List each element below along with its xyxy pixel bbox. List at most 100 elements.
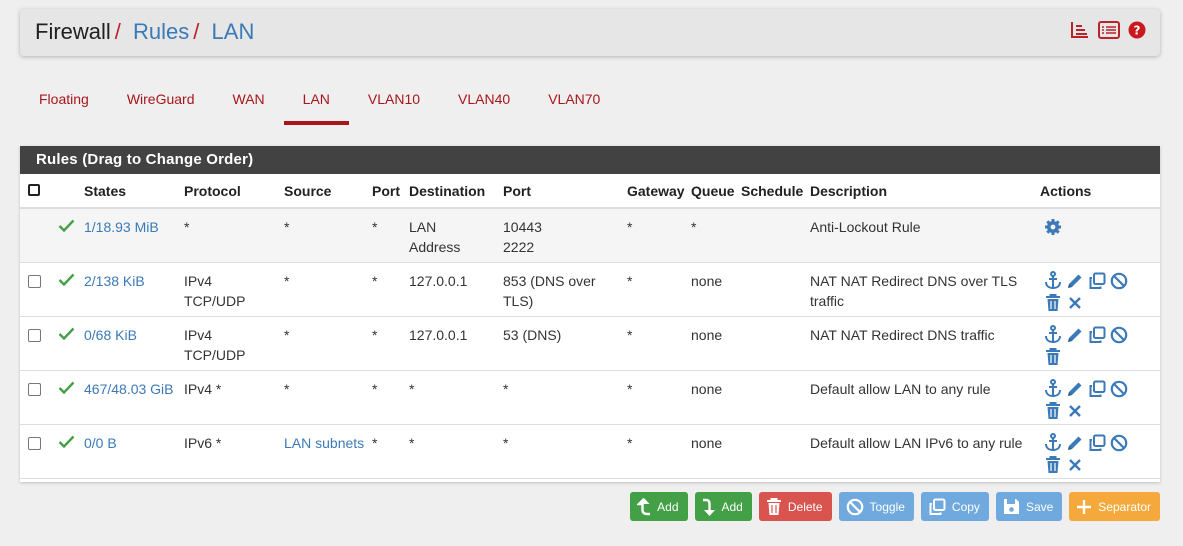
gateway-header[interactable]: Gateway: [625, 174, 689, 209]
protocol-header[interactable]: Protocol: [182, 174, 282, 209]
actions-cell: [1038, 262, 1160, 317]
source-cell: LAN subnets: [282, 424, 370, 479]
trash-icon[interactable]: [1043, 347, 1063, 367]
queue-header[interactable]: Queue: [689, 174, 739, 209]
copy-icon[interactable]: [1087, 271, 1107, 291]
states-link[interactable]: 1/18.93 MiB: [84, 219, 159, 235]
schedule-header[interactable]: Schedule: [739, 174, 808, 209]
check-icon[interactable]: [58, 271, 75, 291]
select-all-checkbox[interactable]: [28, 183, 40, 196]
ban-icon[interactable]: [1109, 271, 1129, 291]
source-cell: *: [282, 316, 370, 371]
gear-icon[interactable]: [1043, 217, 1063, 237]
states-cell: 467/48.03 GiB: [82, 370, 182, 425]
list-icon[interactable]: [1098, 21, 1120, 39]
tab-lan[interactable]: LAN: [283, 82, 350, 125]
states-link[interactable]: 0/68 KiB: [84, 327, 137, 343]
pencil-icon[interactable]: [1065, 379, 1085, 399]
close-icon[interactable]: [1065, 293, 1085, 313]
table-row[interactable]: 1/18.93 MiB * * * LAN Address 10443 2222 *…: [20, 208, 1160, 263]
tab-vlan10[interactable]: VLAN10: [349, 82, 439, 125]
queue-cell: *: [689, 208, 739, 263]
copy-icon[interactable]: [1087, 325, 1107, 345]
source-port-header[interactable]: Port: [370, 174, 407, 209]
source-link[interactable]: LAN subnets: [284, 435, 364, 451]
ban-icon[interactable]: [1109, 433, 1129, 453]
help-icon[interactable]: ?: [1128, 21, 1146, 39]
destination-header[interactable]: Destination: [407, 174, 501, 209]
table-row[interactable]: 0/0 B IPv6 * LAN subnets * * * * none De…: [20, 424, 1160, 479]
source-cell: *: [282, 370, 370, 425]
destination-port-value-line2: TLS): [503, 292, 534, 309]
close-icon[interactable]: [1065, 401, 1085, 421]
separator-label: Separator: [1098, 499, 1151, 514]
header-icons: ?: [1070, 21, 1146, 39]
check-icon[interactable]: [58, 217, 75, 237]
close-icon[interactable]: [1065, 455, 1085, 475]
breadcrumb-rules-link[interactable]: Rules: [133, 19, 189, 44]
queue-value: none: [691, 272, 723, 289]
arrow-down-icon: [702, 498, 716, 516]
table-row[interactable]: 0/68 KiB IPv4 TCP/UDP * * 127.0.0.1 53 (D…: [20, 316, 1160, 371]
row-checkbox[interactable]: [28, 436, 41, 450]
copy-icon[interactable]: [1087, 433, 1107, 453]
save-button[interactable]: Save: [995, 492, 1063, 521]
table-row[interactable]: 2/138 KiB IPv4 TCP/UDP * * 127.0.0.1 853 …: [20, 262, 1160, 317]
states-link[interactable]: 0/0 B: [84, 435, 117, 451]
add-top-button[interactable]: Add: [630, 492, 688, 521]
destination-port-header[interactable]: Port: [501, 174, 625, 209]
anchor-icon[interactable]: [1043, 271, 1063, 291]
description-cell: Default allow LAN IPv6 to any rule: [808, 424, 1038, 479]
trash-icon[interactable]: [1043, 401, 1063, 421]
states-link[interactable]: 467/48.03 GiB: [84, 381, 174, 397]
breadcrumb-lan-link[interactable]: LAN: [212, 19, 255, 44]
anchor-icon[interactable]: [1043, 325, 1063, 345]
trash-icon[interactable]: [1043, 455, 1063, 475]
anchor-icon[interactable]: [1043, 433, 1063, 453]
states-link[interactable]: 2/138 KiB: [84, 273, 145, 289]
source-cell: *: [282, 208, 370, 263]
delete-button[interactable]: Delete: [758, 492, 832, 521]
gateway-value: *: [627, 326, 633, 343]
ban-icon[interactable]: [1109, 325, 1129, 345]
row-checkbox[interactable]: [28, 274, 41, 288]
row-checkbox[interactable]: [28, 328, 41, 342]
destination-value: *: [409, 380, 415, 397]
toggle-button[interactable]: Toggle: [838, 492, 914, 521]
protocol-cell: IPv4 TCP/UDP: [182, 316, 282, 371]
row-checkbox[interactable]: [28, 382, 41, 396]
add-bottom-button[interactable]: Add: [694, 492, 752, 521]
source-value: *: [284, 219, 290, 235]
tab-vlan40[interactable]: VLAN40: [439, 82, 529, 125]
description-value: NAT NAT Redirect DNS over TLS traffic: [810, 272, 1018, 309]
description-header[interactable]: Description: [808, 174, 1038, 209]
copy-button[interactable]: Copy: [920, 492, 989, 521]
protocol-cell: *: [182, 208, 282, 263]
svg-text:?: ?: [1134, 24, 1141, 38]
tab-floating[interactable]: Floating: [20, 82, 108, 125]
trash-icon[interactable]: [1043, 293, 1063, 313]
tab-wireguard[interactable]: WireGuard: [108, 82, 214, 125]
check-icon[interactable]: [58, 325, 75, 345]
copy-icon[interactable]: [1087, 379, 1107, 399]
pencil-icon[interactable]: [1065, 271, 1085, 291]
source-header[interactable]: Source: [282, 174, 370, 209]
protocol-value-line2: TCP/UDP: [184, 346, 246, 363]
states-header[interactable]: States: [82, 174, 182, 209]
table-row[interactable]: 467/48.03 GiB IPv4 * * * * * * none Defa…: [20, 370, 1160, 425]
separator-button[interactable]: Separator: [1069, 492, 1160, 521]
source-port-value: *: [372, 380, 378, 397]
ban-icon[interactable]: [1109, 379, 1129, 399]
check-icon[interactable]: [58, 433, 75, 453]
pencil-icon[interactable]: [1065, 325, 1085, 345]
protocol-cell: IPv4 *: [182, 370, 282, 425]
anchor-icon[interactable]: [1043, 379, 1063, 399]
tab-wan[interactable]: WAN: [214, 82, 284, 125]
check-icon[interactable]: [58, 379, 75, 399]
schedule-cell: [739, 424, 808, 479]
tab-vlan70[interactable]: VLAN70: [529, 82, 619, 125]
chart-icon[interactable]: [1070, 21, 1090, 39]
gateway-cell: *: [625, 316, 689, 371]
pencil-icon[interactable]: [1065, 433, 1085, 453]
plus-icon: [1076, 499, 1092, 515]
